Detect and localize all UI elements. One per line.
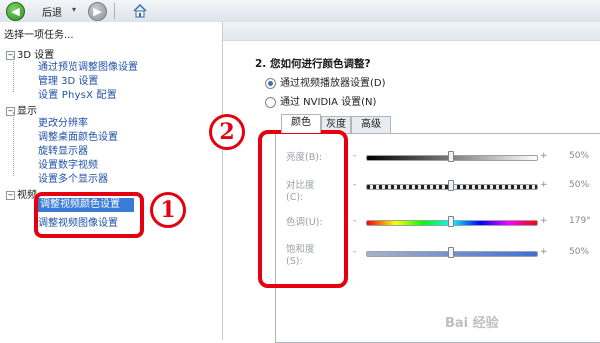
radio-selected-icon[interactable]	[265, 77, 276, 89]
task-tree-title: 选择一项任务...	[4, 30, 74, 41]
annotation-highlight-box	[34, 192, 144, 238]
contrast-slider-thumb[interactable]	[448, 180, 454, 191]
tree-item-rotate-display[interactable]: 旋转显示器	[38, 142, 88, 157]
tree-item-physx-config[interactable]: 设置 PhysX 配置	[38, 86, 117, 101]
settings-pane: 2. 您如何进行颜色调整? 通过视频播放器设置(D) 通过 NVIDIA 设置(…	[209, 22, 600, 343]
tree-item-multiple-displays[interactable]: 设置多个显示器	[38, 170, 108, 185]
slider-plus: +	[540, 247, 548, 257]
annotation-marker-1: 1	[150, 192, 186, 228]
collapse-icon[interactable]: −	[6, 190, 15, 200]
slider-plus: +	[540, 216, 548, 226]
tree-connector	[13, 112, 14, 176]
forward-arrow-icon[interactable]: ▶	[88, 2, 107, 21]
hue-value: 179°	[569, 216, 591, 226]
slider-plus: +	[540, 180, 548, 190]
home-icon[interactable]	[132, 3, 148, 19]
tab-color[interactable]: 颜色	[281, 114, 321, 133]
hue-slider-thumb[interactable]	[448, 216, 454, 227]
annotation-marker-2: 2	[209, 114, 245, 150]
radio-label: 通过 NVIDIA 设置(N)	[280, 97, 377, 108]
slider-minus: -	[353, 216, 357, 226]
back-button-label[interactable]: 后退	[42, 4, 62, 19]
toolbar-separator	[114, 3, 115, 19]
tree-item-preview-image-settings[interactable]: 通过预览调整图像设置	[38, 58, 138, 73]
brightness-slider-thumb[interactable]	[448, 151, 454, 162]
slider-minus: -	[353, 247, 357, 257]
tree-item-change-resolution[interactable]: 更改分辨率	[38, 114, 88, 129]
saturation-value: 50%	[569, 247, 590, 257]
watermark: Bai 经验	[445, 316, 499, 331]
tree-category-video[interactable]: − 视频	[6, 186, 37, 201]
back-arrow-icon[interactable]: ◀	[6, 2, 25, 21]
pane-header-bar	[223, 22, 600, 41]
radio-video-player-settings[interactable]: 通过视频播放器设置(D)	[265, 74, 386, 89]
task-tree-pane: 选择一项任务... −3D 设置 通过预览调整图像设置 管理 3D 设置 设置 …	[0, 22, 223, 340]
slider-plus: +	[540, 151, 548, 161]
history-dropdown-icon[interactable]: ▾	[72, 5, 76, 14]
tree-category-label: 显示	[17, 106, 37, 117]
contrast-value: 50%	[569, 180, 590, 190]
tree-item-manage-3d-settings[interactable]: 管理 3D 设置	[38, 72, 98, 87]
tab-advanced[interactable]: 高级	[351, 116, 391, 133]
slider-minus: -	[353, 151, 357, 161]
radio-unselected-icon[interactable]	[265, 96, 276, 108]
brightness-value: 50%	[569, 151, 590, 161]
saturation-slider-thumb[interactable]	[448, 247, 454, 258]
radio-nvidia-settings[interactable]: 通过 NVIDIA 设置(N)	[265, 93, 376, 108]
tree-item-desktop-color[interactable]: 调整桌面颜色设置	[38, 128, 118, 143]
section-title: 2. 您如何进行颜色调整?	[255, 58, 371, 70]
navigation-toolbar: ◀ 后退 ▾ ▶	[0, 0, 600, 23]
slider-minus: -	[353, 180, 357, 190]
tree-item-digital-video[interactable]: 设置数字视频	[38, 156, 98, 171]
radio-label: 通过视频播放器设置(D)	[280, 78, 386, 89]
annotation-highlight-box	[258, 130, 348, 288]
tree-connector	[13, 56, 14, 92]
tree-category-display[interactable]: − 显示	[6, 102, 37, 117]
